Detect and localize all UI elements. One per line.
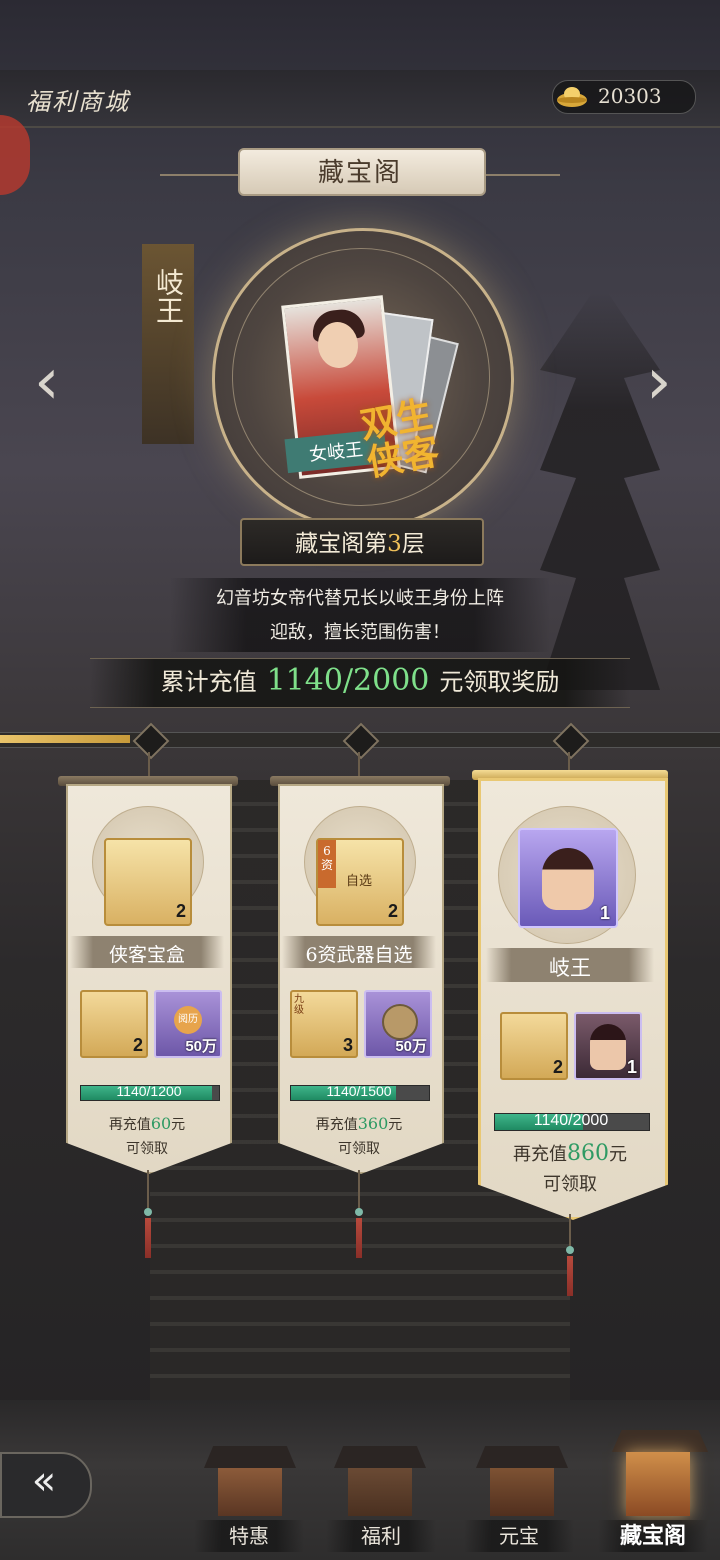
quality-badge: 6资 (318, 840, 336, 888)
gold-ingot-icon (557, 87, 587, 107)
item-name: 岐王 (549, 956, 591, 980)
need-prefix: 再充值 (108, 1117, 151, 1133)
item-name: 6资武器自选 (305, 944, 413, 966)
tab-特惠[interactable]: 特惠 (194, 1520, 304, 1552)
currency-value: 20303 (598, 84, 662, 108)
item-count: 50万 (395, 1038, 427, 1055)
tassel (356, 1218, 362, 1258)
tassel-string (147, 1170, 149, 1210)
tassel (145, 1218, 151, 1258)
hero-card-art-text: 双生侠客 (357, 393, 443, 485)
item-count: 1 (626, 1057, 637, 1077)
hero-avatar-icon[interactable]: 1 (574, 1012, 642, 1080)
claim-status: 可领取 (126, 1141, 168, 1157)
item-count: 1 (599, 903, 610, 923)
experience-token-label: 阅历 (174, 1006, 202, 1034)
gold-ingot-icon[interactable]: 2 (500, 1012, 568, 1080)
tassel-string (569, 1214, 571, 1248)
need-prefix: 再充值 (513, 1144, 567, 1165)
tab-福利[interactable]: 福利 (326, 1520, 436, 1552)
item-count: 50万 (185, 1038, 217, 1055)
need-suffix: 元 (171, 1117, 186, 1133)
item-name: 侠客宝盒 (108, 944, 185, 966)
tassel-bead (566, 1246, 574, 1254)
page-title: 藏宝阁 (317, 158, 402, 188)
item-count: 2 (552, 1057, 563, 1077)
recharge-prefix: 累计充值 (160, 668, 257, 696)
chevron-right-icon[interactable]: › (646, 345, 672, 419)
item-count: 2 (175, 901, 186, 921)
tassel-string (358, 1170, 360, 1210)
tier-node (342, 722, 380, 760)
weapon-chest-label: 自选 (346, 874, 373, 889)
progress-text: 1140/1500 (326, 1083, 392, 1099)
need-amount: 60 (150, 1114, 172, 1133)
copper-coin-icon[interactable]: 50万 (364, 990, 432, 1058)
tier-node (552, 722, 590, 760)
shop-title: 福利商城 (26, 88, 130, 116)
hero-avatar-face (590, 1024, 626, 1070)
recharge-needed: 再充值860元 (486, 1140, 654, 1166)
recharge-suffix: 元领取奖励 (439, 668, 560, 696)
tier-node (132, 722, 170, 760)
claim-status: 可领取 (543, 1174, 597, 1195)
tab-元宝[interactable]: 元宝 (464, 1520, 574, 1552)
chevron-left-icon[interactable]: ‹ (34, 345, 60, 419)
floor-suffix: 层 (401, 531, 425, 557)
need-amount: 860 (567, 1141, 609, 1166)
item-count: 2 (387, 901, 398, 921)
tab-building-特惠[interactable] (204, 1446, 296, 1516)
floor-title: 藏宝阁第3层 (240, 524, 480, 558)
tassel-bead (355, 1208, 363, 1216)
need-suffix: 元 (388, 1117, 403, 1133)
item-count: 2 (132, 1035, 143, 1055)
recharge-needed: 再充值60元 (70, 1114, 224, 1134)
gem-bag-label: 九级 (294, 994, 304, 1016)
hero-description-line2: 迎敌，擅长范围伤害！ (270, 622, 450, 643)
tab-building-元宝[interactable] (476, 1446, 568, 1516)
progress-text: 1140/1200 (116, 1083, 182, 1099)
hero-description-line1: 幻音坊女帝代替兄长以岐王身份上阵 (216, 588, 504, 609)
experience-token-icon[interactable]: 阅历 50万 (154, 990, 222, 1058)
tab-building-福利[interactable] (334, 1446, 426, 1516)
tier-progress-fill (0, 735, 130, 743)
need-prefix: 再充值 (315, 1117, 358, 1133)
need-suffix: 元 (609, 1144, 627, 1165)
gem-bag-icon[interactable]: 九级 3 (290, 990, 358, 1058)
tassel-bead (144, 1208, 152, 1216)
side-hero-name: 岐王 (152, 268, 185, 324)
recharge-summary: 累计充值 1140/2000 元领取奖励 (90, 662, 630, 698)
tassel (567, 1256, 573, 1296)
hero-portrait-face (542, 848, 594, 910)
floor-prefix: 藏宝阁第 (295, 531, 388, 557)
back-arrow-icon[interactable]: « (8, 1458, 80, 1504)
treasure-chest-icon[interactable]: 2 (104, 838, 192, 926)
hero-portrait-icon[interactable]: 1 (518, 828, 618, 928)
weapon-chest-icon[interactable]: 6资 自选 2 (316, 838, 404, 926)
tab-藏宝阁[interactable]: 藏宝阁 (598, 1520, 708, 1552)
claim-status: 可领取 (338, 1141, 380, 1157)
item-count: 3 (342, 1035, 353, 1055)
tab-building-藏宝阁[interactable] (612, 1430, 708, 1516)
floor-number: 3 (387, 531, 402, 557)
need-amount: 360 (357, 1114, 389, 1133)
gold-ingot-icon[interactable]: 2 (80, 990, 148, 1058)
recharge-needed: 再充值360元 (282, 1114, 436, 1134)
recharge-value: 1140/2000 (266, 663, 430, 698)
progress-text: 1140/2000 (533, 1112, 609, 1129)
